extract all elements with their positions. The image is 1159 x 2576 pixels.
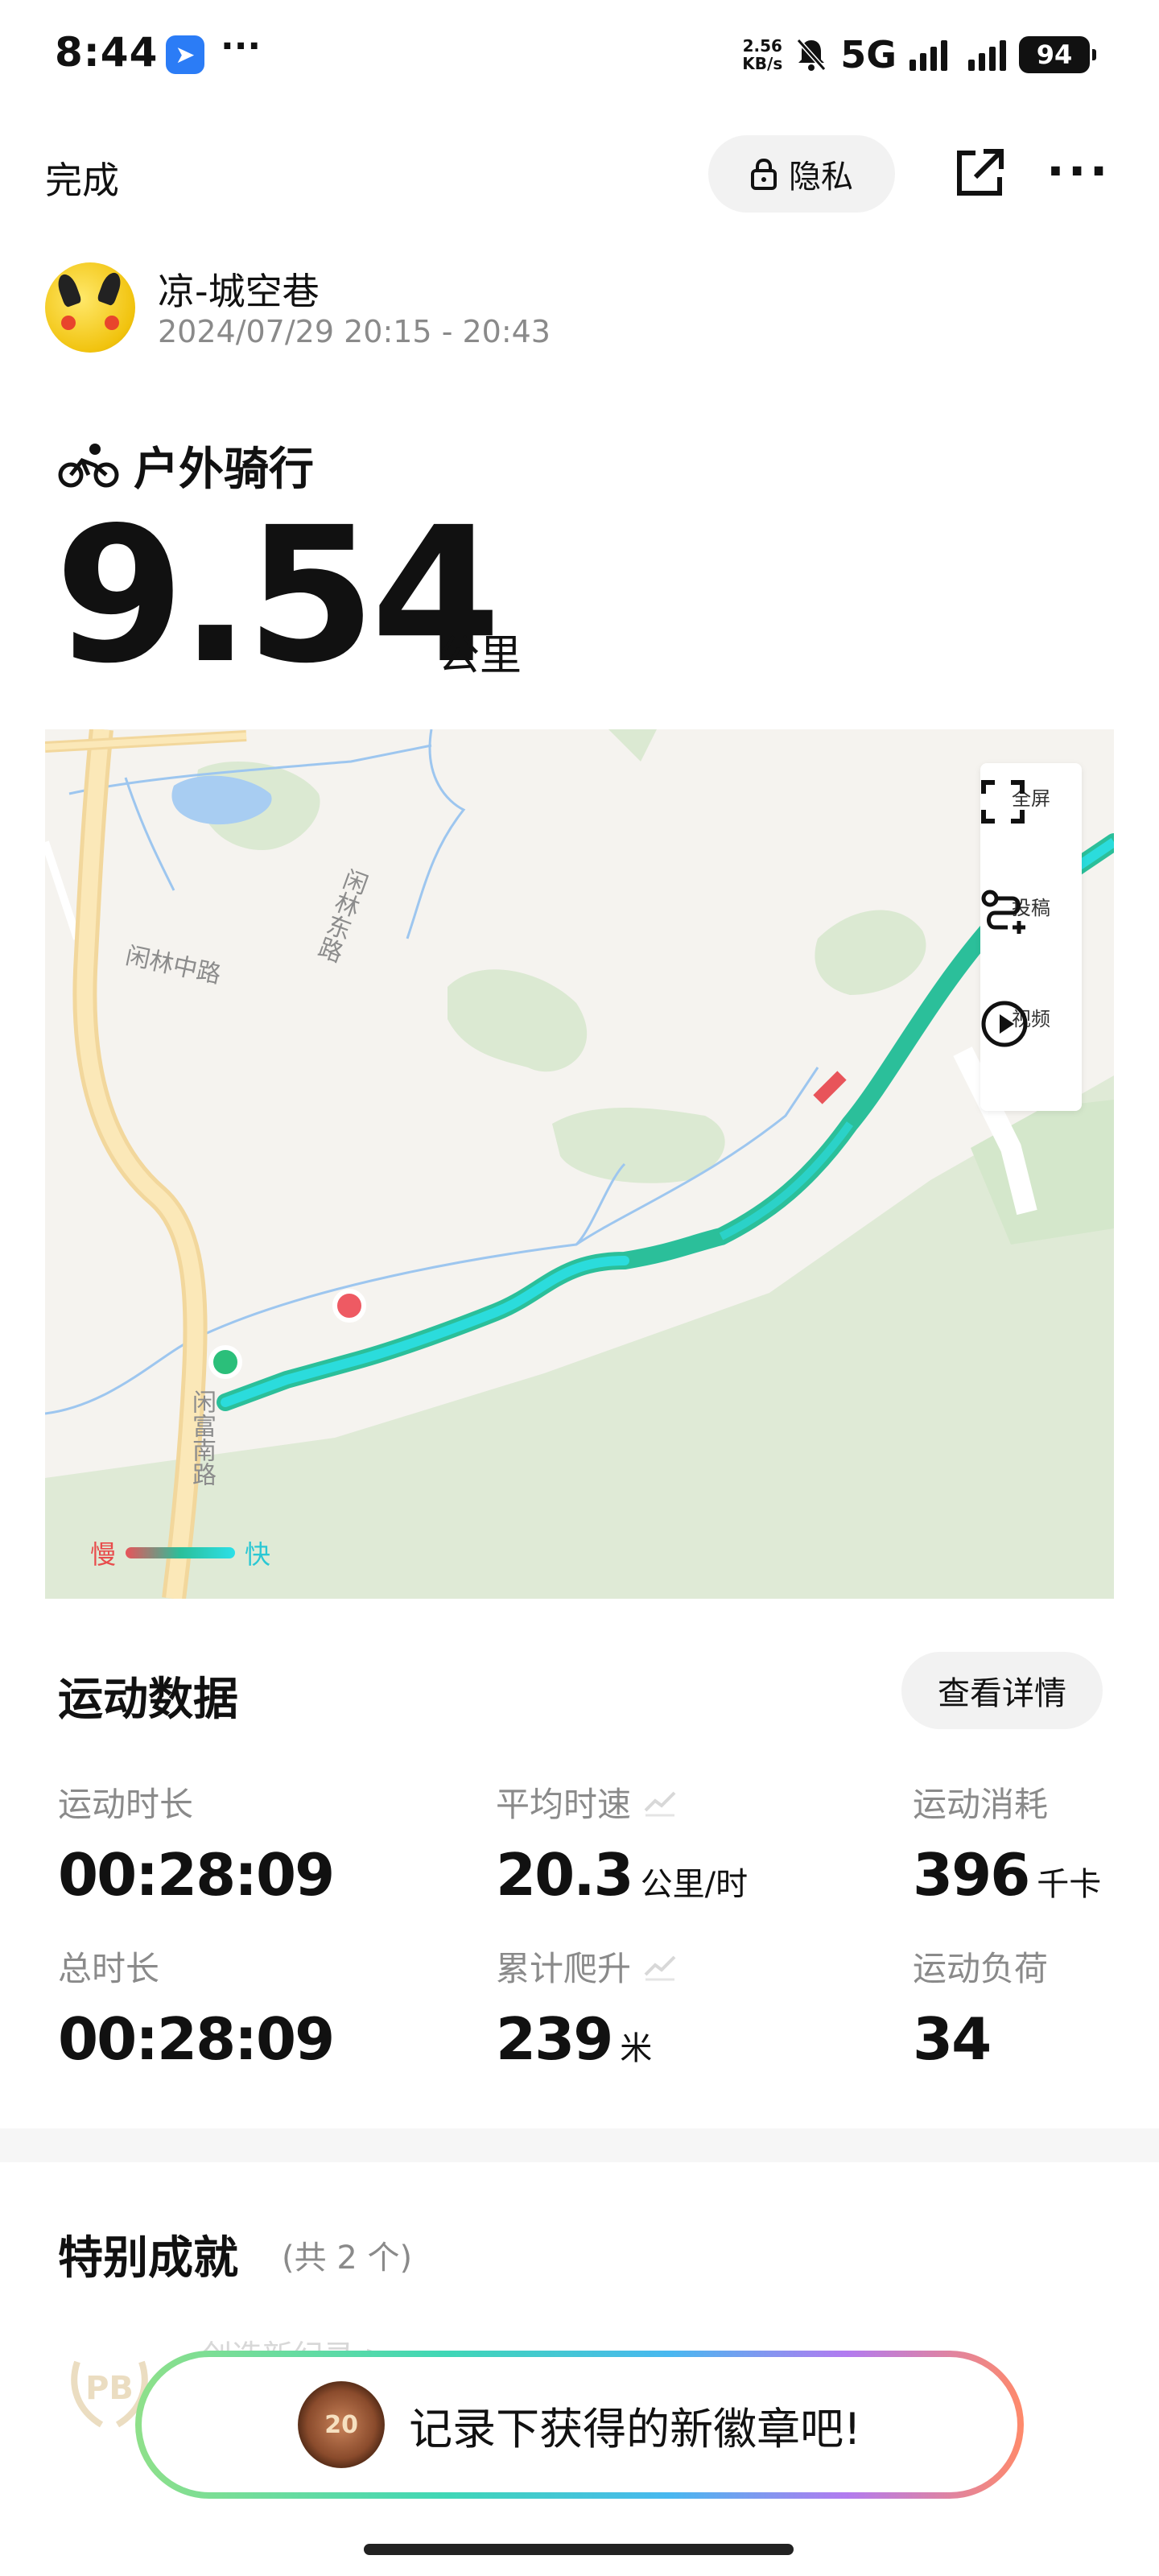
- stat-avg-speed: 平均时速 20.3 公里/时: [496, 1785, 749, 1909]
- road-label-xianfu-south: 闲富南路: [188, 1389, 216, 1486]
- more-options-icon[interactable]: ···: [1046, 143, 1111, 200]
- mute-bell-icon: [796, 39, 827, 71]
- activity-time-range: 2024/07/29 20:15 - 20:43: [158, 314, 551, 349]
- share-icon[interactable]: [953, 147, 1006, 200]
- map-toolbar: 全屏 投稿 视频: [980, 763, 1082, 1111]
- achievements-title: 特别成就: [58, 2232, 238, 2285]
- achievements-count: (共 2 个): [282, 2240, 413, 2277]
- speed-legend: 慢 快: [90, 1534, 270, 1571]
- trend-chart-icon: [644, 1791, 676, 1816]
- route-map[interactable]: 闲林东路 闲林中路 闲富南路 全屏 投稿 视频 慢 快: [45, 729, 1114, 1599]
- trend-chart-icon: [644, 1955, 676, 1980]
- video-button[interactable]: 视频: [980, 1000, 1082, 1047]
- network-speed: 2.56 KB/s: [742, 36, 783, 73]
- status-bar: 8:44 ➤ ··· 2.56 KB/s 5G 94: [0, 0, 1159, 105]
- done-button[interactable]: 完成: [45, 151, 119, 204]
- fullscreen-icon: [981, 780, 1025, 824]
- top-bar: 完成 隐私 ···: [0, 129, 1159, 225]
- stat-total-duration: 总时长 00:28:09: [58, 1949, 335, 2073]
- play-video-icon: [981, 1001, 1028, 1047]
- medal-icon: 20: [298, 2381, 386, 2468]
- legend-fast-label: 快: [245, 1539, 271, 1570]
- signal-icon-2: [968, 39, 1006, 71]
- stat-calories: 运动消耗 396 千卡: [913, 1785, 1102, 1909]
- stat-training-load: 运动负荷 34: [913, 1949, 1049, 2073]
- status-more-icon: ···: [221, 26, 262, 67]
- route-submit-icon: [981, 890, 1025, 934]
- fullscreen-button[interactable]: 全屏: [980, 779, 1082, 824]
- bicycle-icon: [58, 444, 119, 488]
- speed-gradient-bar: [126, 1547, 236, 1558]
- battery-icon: 94: [1019, 36, 1096, 73]
- svg-text:PB: PB: [85, 2370, 134, 2407]
- view-details-button[interactable]: 查看详情: [901, 1652, 1103, 1729]
- distance-unit: 公里: [438, 632, 522, 680]
- new-badge-banner[interactable]: 20 记录下获得的新徽章吧!: [135, 2351, 1024, 2499]
- banner-content: 20 记录下获得的新徽章吧!: [142, 2357, 1017, 2492]
- signal-icon: [909, 39, 947, 71]
- network-type: 5G: [840, 33, 897, 76]
- home-indicator[interactable]: [364, 2544, 794, 2555]
- avatar[interactable]: [45, 262, 135, 353]
- status-indicators: 2.56 KB/s 5G 94: [742, 31, 1096, 79]
- status-time: 8:44: [55, 29, 159, 76]
- legend-slow-label: 慢: [90, 1539, 117, 1570]
- stat-duration: 运动时长 00:28:09: [58, 1785, 335, 1909]
- activity-detail-page: 8:44 ➤ ··· 2.56 KB/s 5G 94 完成 隐私 ··· 凉-城…: [0, 0, 1159, 2576]
- stat-elevation-gain: 累计爬升 239 米: [496, 1942, 678, 2073]
- privacy-label: 隐私: [789, 159, 853, 196]
- banner-text: 记录下获得的新徽章吧!: [409, 2403, 861, 2454]
- distance-value: 9.54: [55, 487, 501, 704]
- lock-icon: [751, 158, 777, 190]
- app-notification-icon: ➤: [166, 35, 204, 74]
- route-submit-button[interactable]: 投稿: [980, 889, 1082, 934]
- user-name: 凉-城空巷: [158, 270, 320, 313]
- section-divider: [0, 2128, 1159, 2162]
- stats-section-title: 运动数据: [58, 1674, 238, 1726]
- privacy-button[interactable]: 隐私: [708, 135, 895, 213]
